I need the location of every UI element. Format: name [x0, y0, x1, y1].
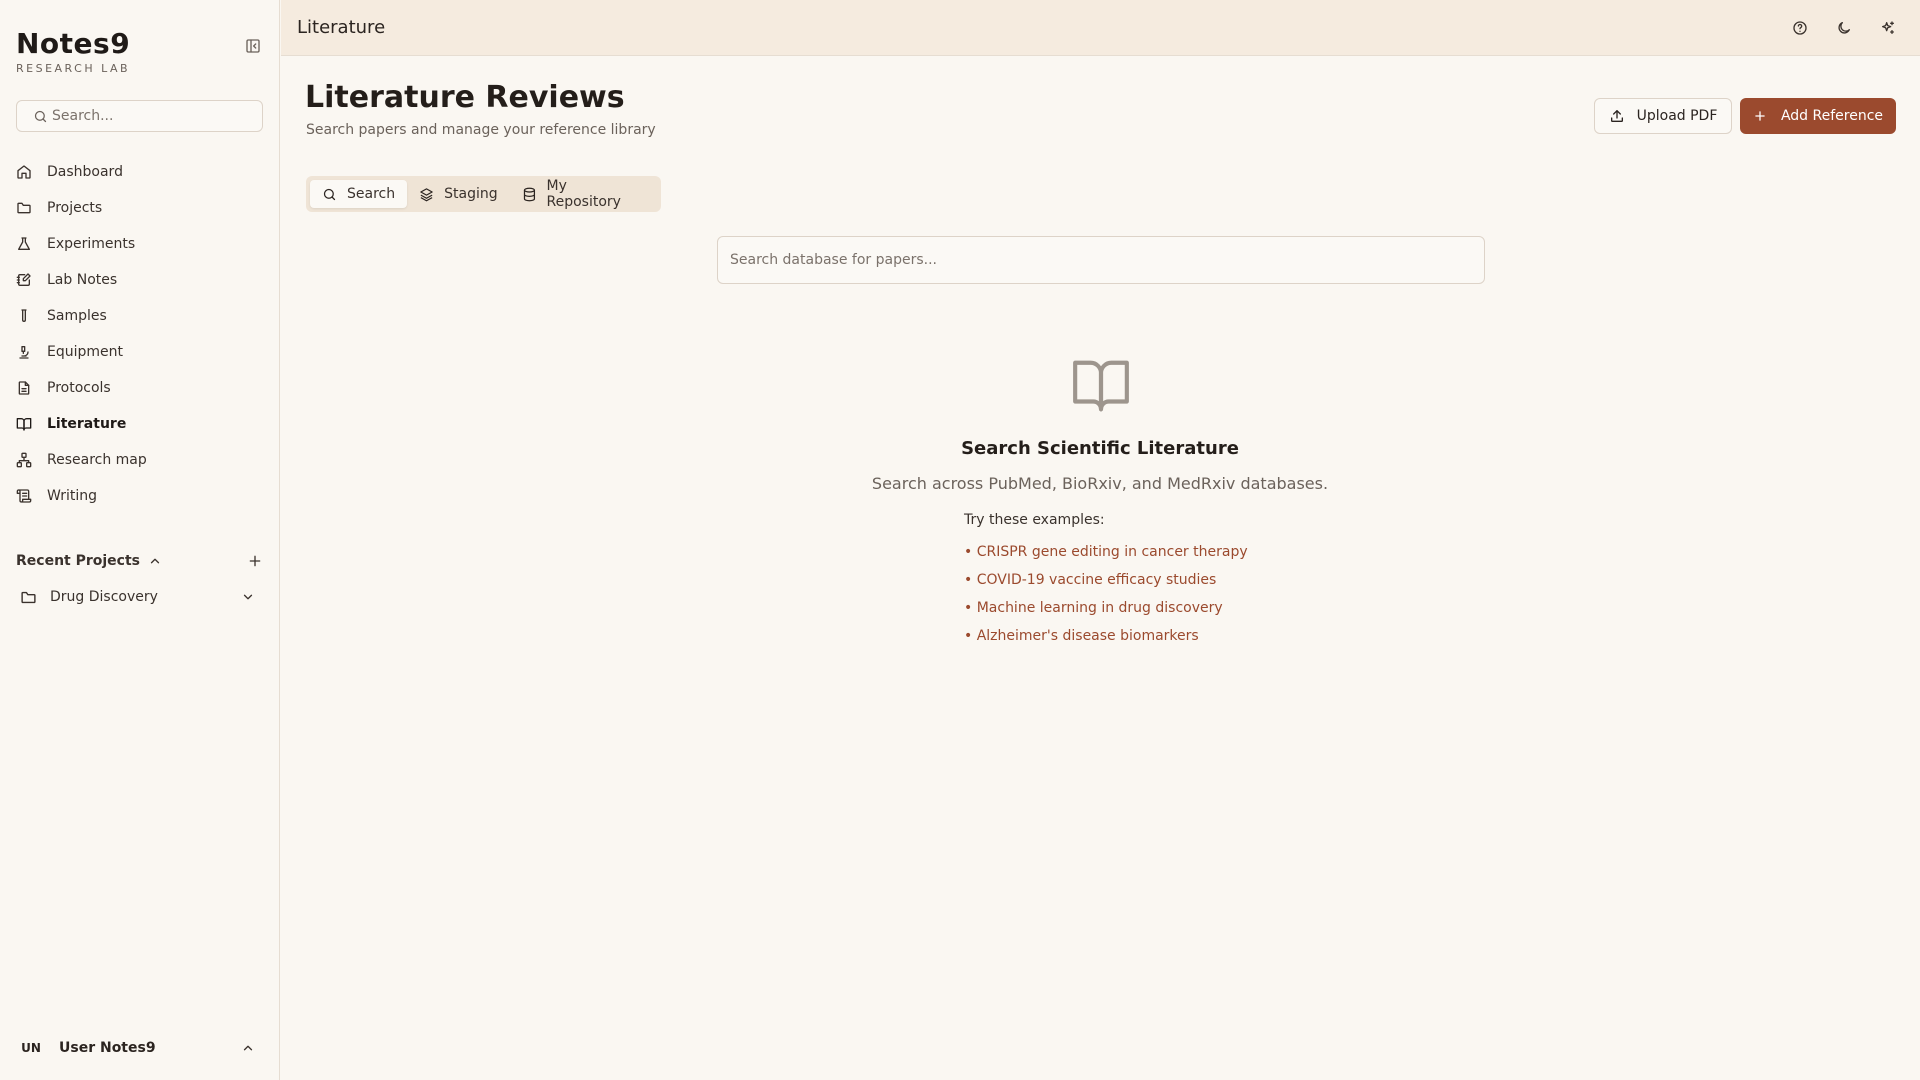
flask-icon: [16, 236, 32, 252]
example-query-link[interactable]: • COVID-19 vaccine efficacy studies: [964, 566, 1364, 594]
theme-toggle-button[interactable]: [1834, 18, 1854, 38]
empty-state-description: Search across PubMed, BioRxiv, and MedRx…: [871, 474, 1329, 493]
page-title: Literature Reviews: [305, 80, 625, 115]
add-reference-label: Add Reference: [1780, 108, 1884, 124]
book-open-icon: [16, 416, 32, 432]
chevron-up-icon[interactable]: [148, 554, 162, 568]
sidebar-item-protocols[interactable]: Protocols: [8, 370, 272, 406]
tab-search[interactable]: Search: [310, 180, 408, 208]
sidebar-item-lab-notes[interactable]: Lab Notes: [8, 262, 272, 298]
search-icon: [34, 110, 47, 122]
top-bar: Literature: [281, 0, 1920, 56]
tab-staging[interactable]: Staging: [407, 180, 510, 208]
sidebar-search-input[interactable]: [52, 108, 252, 124]
moon-icon: [1838, 22, 1850, 34]
literature-tabs: Search Staging My Repository: [306, 176, 661, 212]
add-project-button[interactable]: [247, 553, 263, 569]
user-menu[interactable]: UN User Notes9: [16, 1036, 263, 1060]
folder-icon: [20, 588, 38, 606]
tab-label: Search: [347, 186, 396, 202]
plus-icon: [249, 555, 261, 567]
brand-subtitle: RESEARCH LAB: [16, 62, 131, 75]
brand[interactable]: Notes9 RESEARCH LAB: [16, 27, 131, 76]
sidebar-nav: Dashboard Projects Experiments Lab Notes…: [8, 154, 272, 514]
collapse-sidebar-button[interactable]: [243, 36, 263, 56]
sidebar-item-projects[interactable]: Projects: [8, 190, 272, 226]
search-examples: Try these examples: • CRISPR gene editin…: [964, 512, 1364, 650]
example-query-link[interactable]: • CRISPR gene editing in cancer therapy: [964, 538, 1364, 566]
help-circle-icon: [1793, 21, 1807, 35]
empty-state-title: Search Scientific Literature: [961, 438, 1239, 459]
sidebar-item-label: Lab Notes: [47, 272, 118, 288]
recent-projects-header: Recent Projects: [16, 550, 263, 572]
ai-assistant-button[interactable]: [1878, 18, 1898, 38]
tab-label: My Repository: [546, 178, 621, 210]
layers-icon: [420, 187, 433, 201]
upload-pdf-button[interactable]: Upload PDF: [1594, 98, 1732, 134]
sidebar-item-label: Literature: [47, 416, 127, 432]
file-text-icon: [16, 380, 32, 396]
add-reference-button[interactable]: Add Reference: [1740, 98, 1896, 134]
help-button[interactable]: [1790, 18, 1810, 38]
chevron-up-icon: [241, 1041, 255, 1055]
home-icon: [16, 164, 32, 180]
recent-projects-title[interactable]: Recent Projects: [16, 553, 140, 569]
user-name: User Notes9: [59, 1040, 156, 1056]
paper-search-input[interactable]: [730, 252, 1470, 268]
recent-project-item[interactable]: Drug Discovery: [16, 585, 263, 609]
topbar-actions: [1790, 18, 1898, 38]
tab-label: Staging: [444, 186, 498, 202]
example-query-link[interactable]: • Machine learning in drug discovery: [964, 594, 1364, 622]
recent-project-label: Drug Discovery: [50, 589, 158, 605]
search-icon: [323, 188, 336, 200]
sparkles-icon: [1882, 21, 1894, 34]
sidebar-item-label: Protocols: [47, 380, 111, 396]
plus-icon: [1755, 111, 1765, 121]
page-subtitle: Search papers and manage your reference …: [306, 122, 656, 138]
sidebar-item-label: Dashboard: [47, 164, 123, 180]
upload-icon: [1610, 110, 1623, 122]
notebook-pen-icon: [16, 272, 32, 288]
folder-icon: [16, 200, 32, 216]
sidebar-search[interactable]: [16, 100, 263, 132]
chevron-down-icon[interactable]: [241, 590, 255, 604]
topbar-title: Literature: [297, 17, 386, 38]
panel-left-icon: [246, 39, 260, 53]
upload-pdf-label: Upload PDF: [1636, 108, 1718, 124]
sidebar-item-label: Samples: [47, 308, 107, 324]
sidebar-item-label: Equipment: [47, 344, 123, 360]
test-tube-icon: [16, 308, 32, 324]
microscope-icon: [16, 344, 32, 360]
sidebar: Notes9 RESEARCH LAB Dashboard Projects E…: [0, 0, 280, 1080]
sidebar-item-samples[interactable]: Samples: [8, 298, 272, 334]
avatar: UN: [21, 1041, 41, 1055]
book-open-icon: [1070, 357, 1132, 415]
sidebar-item-equipment[interactable]: Equipment: [8, 334, 272, 370]
paper-search-box[interactable]: [717, 236, 1485, 284]
database-icon: [523, 187, 535, 201]
sidebar-item-literature[interactable]: Literature: [8, 406, 272, 442]
sidebar-item-label: Experiments: [47, 236, 136, 252]
tab-my-repository[interactable]: My Repository: [510, 178, 657, 210]
sidebar-item-experiments[interactable]: Experiments: [8, 226, 272, 262]
examples-heading: Try these examples:: [964, 512, 1105, 528]
brand-name: Notes9: [16, 27, 131, 60]
sidebar-item-label: Projects: [47, 200, 103, 216]
sidebar-item-dashboard[interactable]: Dashboard: [8, 154, 272, 190]
example-query-link[interactable]: • Alzheimer's disease biomarkers: [964, 622, 1364, 650]
